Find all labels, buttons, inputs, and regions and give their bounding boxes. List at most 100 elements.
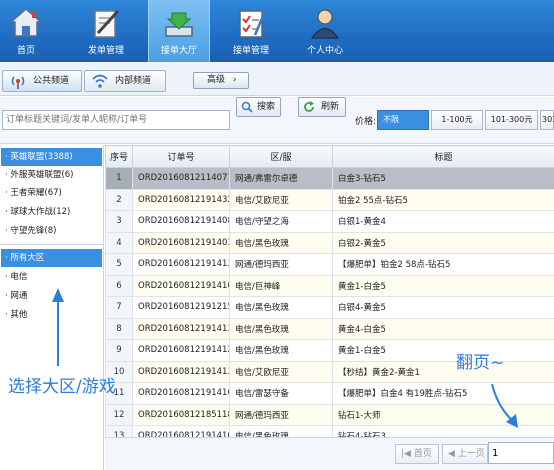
cell-server: 电信/黑色玫瑰 — [229, 425, 333, 437]
home-icon — [8, 8, 44, 37]
cell-order-id: ORD20160812191410 — [132, 382, 230, 405]
price-option-1-100[interactable]: 1-100元 — [431, 110, 483, 130]
broadcast-icon — [11, 76, 25, 89]
arrow-up-icon — [52, 288, 64, 366]
game-item-label: 英雄联盟(3388) — [10, 152, 73, 162]
cell-index: 12 — [105, 403, 133, 426]
cell-order-id: ORD20160812191408 — [132, 210, 230, 233]
cell-order-id: ORD20160812191413 — [132, 360, 230, 383]
cell-index: 9 — [105, 339, 133, 362]
advanced-label: 高级 — [207, 75, 226, 85]
nav-order-publish[interactable]: 发单管理 — [75, 0, 137, 62]
page-number-input[interactable] — [488, 442, 554, 464]
cell-index: 8 — [105, 317, 133, 340]
cell-server: 电信/艾欧尼亚 — [229, 188, 333, 211]
table-row[interactable]: 3 ORD20160812191408 电信/守望之海 白银1-黄金4 — [105, 210, 554, 233]
column-header-title[interactable]: 标题 — [332, 145, 554, 168]
prev-page-icon: ◀ — [448, 449, 455, 459]
cell-title: 铂金2 55点-钻石5 — [332, 188, 554, 211]
game-item[interactable]: · 英雄联盟(3388) — [1, 148, 102, 166]
table-row[interactable]: 1 ORD20160812114077 网通/弗雷尔卓德 白金3-钻石5 — [105, 167, 554, 190]
tab-label: 内部频道 — [115, 76, 152, 86]
cell-title: 白银2-黄金5 — [332, 231, 554, 254]
table-header-row: 序号 订单号 区/服 标题 — [105, 145, 554, 168]
cell-title: 白金3-钻石5 — [332, 167, 554, 190]
table-row[interactable]: 4 ORD20160812191403 电信/黑色玫瑰 白银2-黄金5 — [105, 231, 554, 254]
game-item[interactable]: · 球球大作战(12) — [1, 203, 102, 221]
refresh-label: 刷新 — [321, 102, 340, 112]
price-option-101-300[interactable]: 101-300元 — [485, 110, 538, 130]
price-option-301[interactable]: 301 — [540, 110, 554, 130]
game-item[interactable]: · 外服英雄联盟(6) — [1, 166, 102, 184]
cell-index: 13 — [105, 425, 133, 437]
cell-title: 黄金4-白金5 — [332, 317, 554, 340]
cell-title: 黄金1-白金5 — [332, 339, 554, 362]
cell-order-id: ORD20160812185118 — [132, 403, 230, 426]
refresh-icon — [304, 101, 314, 112]
channel-bar: 公共频道 内部频道 高级 › — [0, 62, 554, 96]
cell-index: 3 — [105, 210, 133, 233]
table-row[interactable]: 7 ORD20160812191215 电信/黑色玫瑰 白银4-黄金5 — [105, 296, 554, 319]
prev-page-label: 上一页 — [457, 449, 485, 459]
cell-server: 电信/巨神峰 — [229, 274, 333, 297]
price-option-any[interactable]: 不限 — [377, 110, 429, 130]
cell-order-id: ORD20160812114077 — [132, 167, 230, 190]
region-item[interactable]: · 所有大区 — [1, 249, 102, 267]
column-header-server[interactable]: 区/服 — [229, 145, 333, 168]
refresh-button[interactable]: 刷新 — [298, 97, 346, 117]
cell-server: 网通/德玛西亚 — [229, 253, 333, 276]
column-header-index[interactable]: 序号 — [105, 145, 133, 168]
nav-label: 接单大厅 — [160, 46, 197, 56]
inbox-download-icon — [165, 12, 193, 37]
divider — [0, 244, 104, 245]
game-item-label: 守望先锋(8) — [10, 226, 57, 236]
cell-server: 电信/雷瑟守备 — [229, 382, 333, 405]
cell-index: 6 — [105, 274, 133, 297]
search-button[interactable]: 搜索 — [236, 97, 281, 117]
cell-index: 7 — [105, 296, 133, 319]
advanced-button[interactable]: 高级 › — [193, 72, 249, 89]
tab-internal-channel[interactable]: 内部频道 — [84, 70, 166, 92]
first-page-button[interactable]: |◀ 首页 — [395, 444, 439, 464]
tab-public-channel[interactable]: 公共频道 — [2, 70, 82, 92]
nav-user-center[interactable]: 个人中心 — [294, 0, 356, 62]
arrow-down-icon — [491, 383, 518, 428]
table-row[interactable]: 2 ORD20160812191432 电信/艾欧尼亚 铂金2 55点-钻石5 — [105, 188, 554, 211]
nav-label: 个人中心 — [306, 46, 343, 56]
search-input[interactable] — [2, 110, 230, 130]
user-icon — [311, 9, 339, 39]
cell-server: 网通/弗雷尔卓德 — [229, 167, 333, 190]
prev-page-button[interactable]: ◀ 上一页 — [442, 444, 488, 464]
nav-label: 首页 — [16, 46, 35, 56]
cell-order-id: ORD20160812191410 — [132, 274, 230, 297]
cell-title: 白银1-黄金4 — [332, 210, 554, 233]
region-item[interactable]: · 电信 — [1, 268, 102, 286]
search-bar: 搜索 刷新 价格: 不限 1-100元 101-300元 301 — [0, 97, 554, 144]
nav-home[interactable]: 首页 — [0, 0, 52, 62]
region-item-label: 电信 — [10, 272, 28, 282]
cell-index: 5 — [105, 253, 133, 276]
cell-server: 电信/黑色玫瑰 — [229, 231, 333, 254]
table-row[interactable]: 8 ORD20160812191413 电信/黑色玫瑰 黄金4-白金5 — [105, 317, 554, 340]
wifi-icon — [92, 74, 108, 88]
game-item[interactable]: · 守望先锋(8) — [1, 222, 102, 240]
nav-label: 发单管理 — [87, 46, 124, 56]
column-header-order-id[interactable]: 订单号 — [132, 145, 230, 168]
search-label: 搜索 — [257, 102, 276, 112]
checklist-icon — [239, 10, 267, 38]
game-item-label: 球球大作战(12) — [10, 207, 71, 217]
cell-order-id: ORD20160812191215 — [132, 296, 230, 319]
cell-order-id: ORD20160812191403 — [132, 231, 230, 254]
first-page-label: 首页 — [413, 449, 432, 459]
nav-order-hall[interactable]: 接单大厅 — [148, 0, 210, 62]
game-item-label: 王者荣耀(67) — [10, 188, 62, 198]
table-row[interactable]: 6 ORD20160812191410 电信/巨神峰 黄金1-白金5 — [105, 274, 554, 297]
nav-order-manage[interactable]: 接单管理 — [220, 0, 282, 62]
cell-server: 电信/黑色玫瑰 — [229, 296, 333, 319]
price-label: 价格: — [355, 117, 377, 127]
cell-server: 电信/黑色玫瑰 — [229, 339, 333, 362]
cell-order-id: ORD20160812191432 — [132, 188, 230, 211]
cell-order-id: ORD20160812191413 — [132, 253, 230, 276]
game-item[interactable]: · 王者荣耀(67) — [1, 184, 102, 202]
table-row[interactable]: 5 ORD20160812191413 网通/德玛西亚 【爆肥单】铂金2 58点-钻石… — [105, 253, 554, 276]
